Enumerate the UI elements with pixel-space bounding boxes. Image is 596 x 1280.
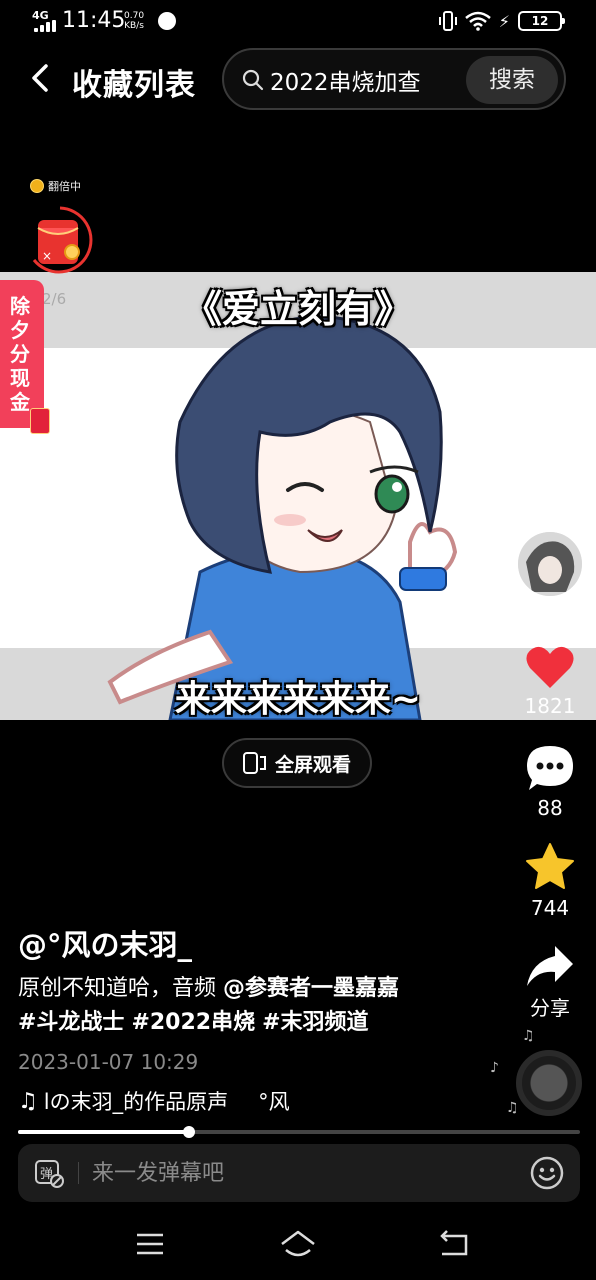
vibrate-icon [438,11,457,31]
network-speed: 0.70 KB/s [124,11,144,31]
menu-icon[interactable] [130,1226,170,1262]
post-description: 原创不知道哈，音频 @参赛者一墨嘉嘉 #斗龙战士 #2022串烧 #末羽频道 [18,972,488,1040]
hashtag-link[interactable]: #末羽频道 [262,1010,368,1035]
back-nav-icon[interactable] [434,1226,474,1262]
page-title: 收藏列表 [72,68,196,103]
back-button[interactable] [26,60,58,96]
search-icon [242,69,264,91]
coin-icon [30,179,44,193]
double-reward-badge: 翻倍中 [30,178,81,194]
battery-indicator: 12 [518,11,565,31]
music-note-icon: ♫ [506,1100,519,1116]
fullscreen-button[interactable]: 全屏观看 [222,738,372,788]
search-input[interactable] [270,62,470,98]
music-disc[interactable] [516,1050,582,1116]
video-player[interactable]: 《爱立刻有》 来来来来来来~ [0,272,596,720]
red-envelope-icon [30,408,50,434]
search-button[interactable]: 搜索 [466,56,558,104]
signal-icon [34,20,56,32]
comment-button[interactable]: 88 [510,744,590,820]
network-speed-value: 0.70 [124,11,145,21]
music-note-icon: ♫ [522,1028,535,1044]
playback-progress-bar[interactable] [18,1126,580,1138]
header: 收藏列表 搜索 [0,46,596,112]
search-box[interactable]: 搜索 [222,48,566,110]
anime-character-image [107,315,458,720]
app-status-icon [158,12,176,30]
avatar-image [518,532,582,596]
fullscreen-label: 全屏观看 [274,753,351,776]
wifi-icon [464,11,491,31]
comment-icon [527,746,573,790]
mention-link[interactable]: @参赛者一墨嘉嘉 [223,976,399,1001]
music-icon: ♫ [18,1088,38,1114]
star-icon [526,843,574,889]
video-subtitle-bottom: 来来来来来来~ [174,679,422,720]
post-date: 2023-01-07 10:29 [18,1050,199,1074]
status-bar: 4G 11:45 0.70 KB/s ⚡ 12 [0,0,596,44]
red-packet-progress: 2/6 [42,290,67,308]
charging-icon: ⚡ [498,11,510,31]
music-note-icon: ♪ [490,1060,499,1076]
clock: 11:45 [62,8,126,33]
network-speed-unit: KB/s [124,21,144,31]
danmaku-input[interactable] [92,1154,492,1192]
svg-text:×: × [42,249,52,263]
favorite-count: 744 [530,896,570,920]
author-name[interactable]: @°风の末羽_ [18,922,192,964]
new-year-cash-tab[interactable]: 除夕分现金 [0,280,44,428]
music-info[interactable]: ♫ lの末羽_的作品原声 °风 [18,1086,290,1116]
new-year-cash-label: 除夕分现金 [10,294,30,414]
progress-fill [18,1130,190,1134]
progress-knob[interactable] [183,1126,196,1138]
comment-count: 88 [537,796,563,820]
danmaku-bar[interactable]: 弹 [18,1144,580,1202]
heart-icon [526,646,574,688]
share-label: 分享 [530,996,570,1020]
system-nav-bar [0,1210,596,1280]
home-icon[interactable] [278,1226,318,1262]
music-title: lの末羽_的作品原声 [43,1090,229,1114]
double-reward-label: 翻倍中 [48,180,81,193]
emoji-icon[interactable] [530,1156,564,1190]
like-button[interactable]: 1821 [510,644,590,718]
creator-avatar[interactable] [516,530,584,598]
favorite-button[interactable]: 744 [510,842,590,920]
like-count: 1821 [524,694,576,718]
red-packet-icon[interactable]: × [24,204,96,276]
share-icon [527,946,573,986]
divider [78,1162,79,1184]
music-author: °风 [258,1090,290,1114]
rotate-screen-icon [242,752,266,774]
danmaku-toggle-icon[interactable]: 弹 [34,1158,64,1188]
status-right: ⚡ 12 [438,10,565,32]
description-text: 原创不知道哈，音频 [18,976,223,1001]
video-subtitle-top: 《爱立刻有》 [183,287,412,331]
hashtag-link[interactable]: #斗龙战士 [18,1010,124,1035]
share-button[interactable]: 分享 [510,944,590,1021]
hashtag-link[interactable]: #2022串烧 [131,1010,255,1035]
